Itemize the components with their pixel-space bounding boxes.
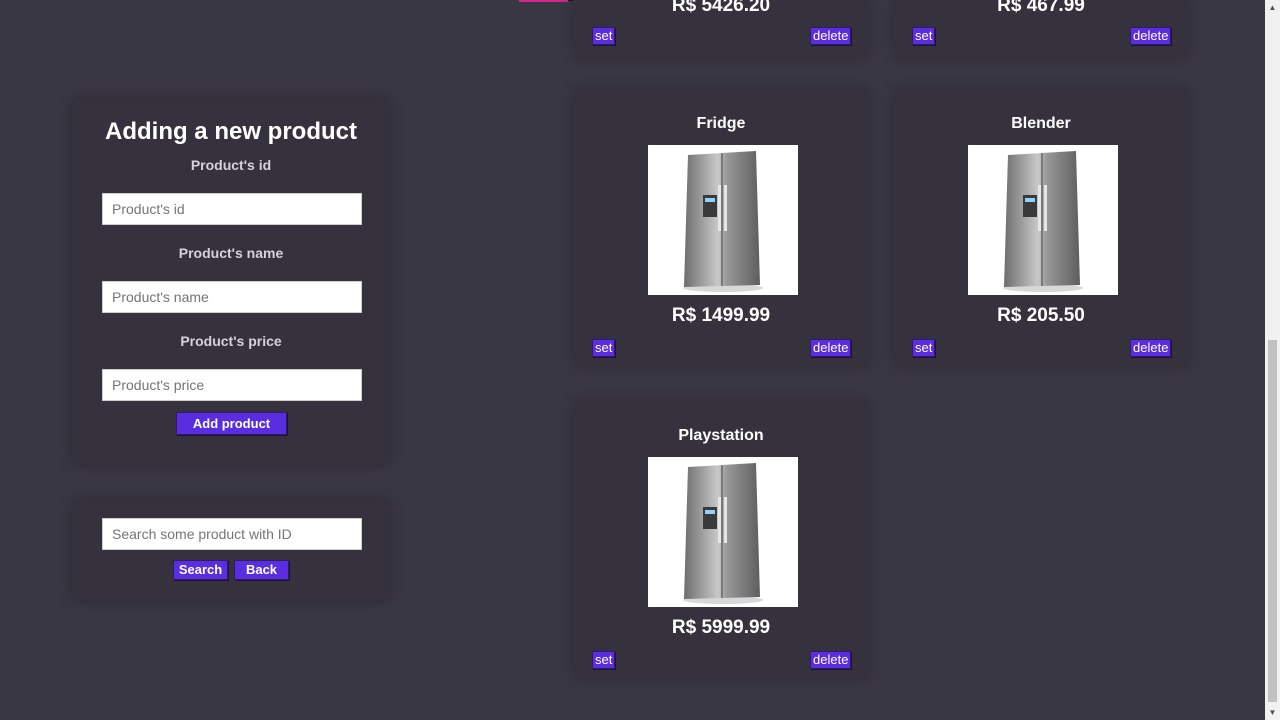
product-name: Blender	[1011, 115, 1071, 132]
scrollbar-thumb[interactable]	[1268, 340, 1277, 702]
product-name: Fridge	[696, 115, 746, 132]
back-button[interactable]: Back	[234, 560, 289, 580]
set-button[interactable]: set	[592, 27, 616, 45]
add-product-panel: Adding a new product Product's id Produc…	[72, 98, 390, 464]
delete-button[interactable]: delete	[1130, 339, 1172, 357]
fridge-image	[648, 457, 798, 607]
product-price-input[interactable]	[102, 369, 362, 401]
fridge-image	[648, 145, 798, 295]
top-accent-strip	[519, 0, 568, 2]
set-button[interactable]: set	[592, 339, 616, 357]
set-button[interactable]: set	[912, 27, 936, 45]
delete-button[interactable]: delete	[810, 27, 852, 45]
delete-button[interactable]: delete	[810, 651, 852, 669]
search-button[interactable]: Search	[173, 560, 228, 580]
delete-button[interactable]: delete	[810, 339, 852, 357]
delete-button[interactable]: delete	[1130, 27, 1172, 45]
product-price: R$ 5426.20	[671, 0, 771, 16]
arrow-down-icon[interactable]: ▼	[1265, 705, 1280, 720]
product-price: R$ 5999.99	[671, 617, 771, 638]
product-price: R$ 467.99	[997, 0, 1085, 16]
product-id-input[interactable]	[102, 193, 362, 225]
add-product-button[interactable]: Add product	[176, 412, 287, 435]
product-id-label: Product's id	[190, 157, 272, 173]
vertical-scrollbar[interactable]: ▲ ▼	[1265, 0, 1280, 720]
set-button[interactable]: set	[912, 339, 936, 357]
product-price: R$ 205.50	[997, 305, 1085, 326]
set-button[interactable]: set	[592, 651, 616, 669]
product-card: R$ 467.99 set delete	[893, 0, 1189, 58]
product-price-label: Product's price	[180, 333, 282, 349]
product-card: R$ 5426.20 set delete	[573, 0, 869, 58]
arrow-up-icon[interactable]: ▲	[1265, 0, 1280, 15]
search-input[interactable]	[102, 518, 362, 550]
product-price: R$ 1499.99	[671, 305, 771, 326]
product-name-label: Product's name	[178, 245, 284, 261]
form-title: Adding a new product	[105, 118, 357, 145]
product-name-input[interactable]	[102, 281, 362, 313]
product-card: Playstation R$ 5999.99 set delete	[573, 399, 869, 679]
product-card: Fridge R$ 1499.99 set delete	[573, 87, 869, 367]
fridge-image	[968, 145, 1118, 295]
search-panel: Search Back	[72, 500, 390, 600]
product-card: Blender R$ 205.50 set delete	[893, 87, 1189, 367]
product-name: Playstation	[678, 427, 764, 444]
